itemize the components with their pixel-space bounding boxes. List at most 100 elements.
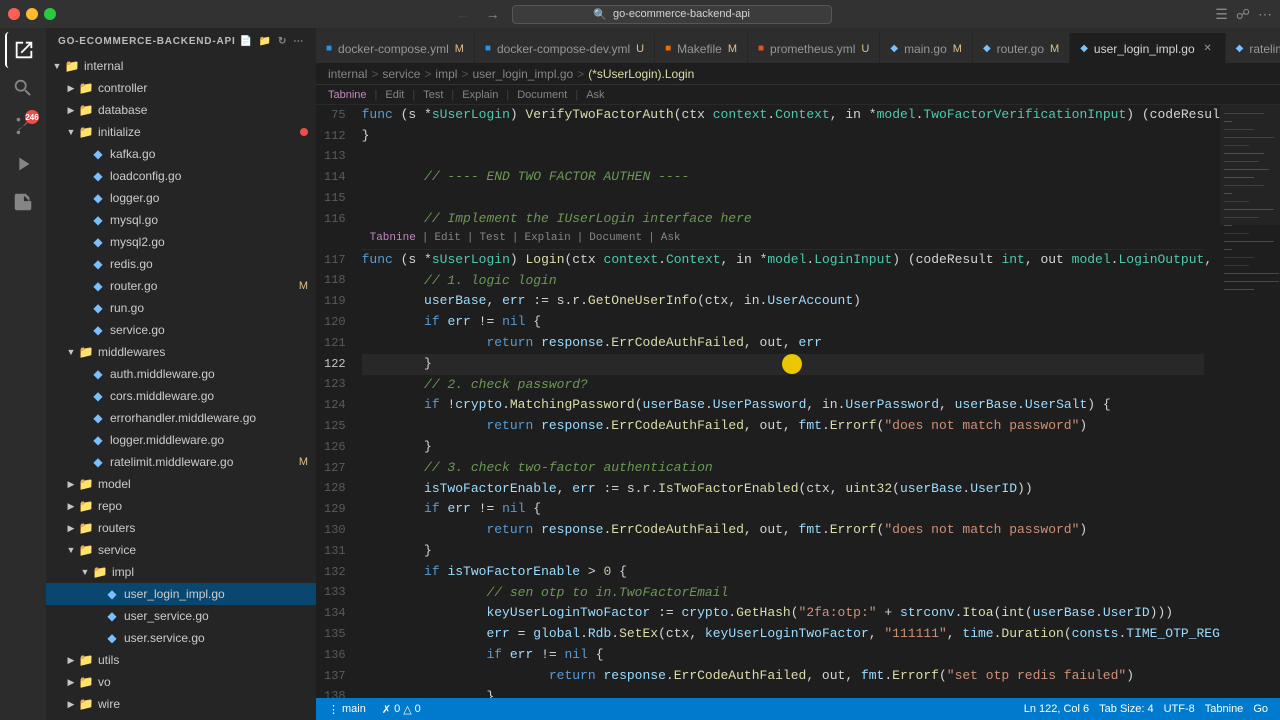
tree-folder-initialize[interactable]: ▼ 📁 initialize (46, 121, 316, 143)
breadcrumb-function[interactable]: (*sUserLogin).Login (588, 67, 694, 81)
tabnine-document-1[interactable]: Document (517, 89, 567, 101)
tree-folder-service[interactable]: ▼ 📁 service (46, 539, 316, 561)
tab-main-go[interactable]: ◆ main.go M (880, 33, 973, 63)
tree-folder-database[interactable]: ▶ 📁 database (46, 99, 316, 121)
status-language[interactable]: Tabnine (1201, 703, 1248, 715)
editor-area: ■ docker-compose.yml M ■ docker-compose-… (316, 28, 1280, 720)
ln-129: 129 (324, 499, 346, 520)
tree-folder-utils[interactable]: ▶ 📁 utils (46, 649, 316, 671)
breadcrumb-file[interactable]: user_login_impl.go (472, 67, 573, 81)
tab-icon-docker1: ■ (326, 43, 332, 54)
maximize-button[interactable] (44, 8, 56, 20)
status-tabsize-label: Tab Size: 4 (1099, 703, 1153, 715)
title-bar: ← → 🔍 go-ecommerce-backend-api ☰ ☍ ⋯ (0, 0, 1280, 28)
tree-file-redis[interactable]: ◆ redis.go (46, 253, 316, 275)
tabnine-inline-document[interactable]: Document (589, 230, 642, 248)
tab-makefile[interactable]: ■ Makefile M (655, 33, 748, 63)
tree-folder-routers[interactable]: ▶ 📁 routers (46, 517, 316, 539)
source-control-icon[interactable]: 246 (5, 108, 41, 144)
status-encoding[interactable]: UTF-8 (1160, 703, 1199, 715)
tree-file-user-login-impl[interactable]: ◆ user_login_impl.go (46, 583, 316, 605)
tree-file-cors-middleware[interactable]: ◆ cors.middleware.go (46, 385, 316, 407)
new-file-icon[interactable]: 📄 (239, 36, 252, 47)
tree-file-user-service2[interactable]: ◆ user.service.go (46, 627, 316, 649)
tree-label-internal: internal (84, 59, 123, 73)
code-line-128: isTwoFactorEnable, err := s.r.IsTwoFacto… (362, 479, 1204, 500)
breadcrumb-internal[interactable]: internal (328, 67, 367, 81)
tree-folder-model[interactable]: ▶ 📁 model (46, 473, 316, 495)
more-icon[interactable]: ⋯ (1258, 6, 1272, 23)
tabnine-explain-1[interactable]: Explain (462, 89, 498, 101)
tabnine-inline-test[interactable]: Test (479, 230, 505, 248)
tree-file-logger-middleware[interactable]: ◆ logger.middleware.go (46, 429, 316, 451)
tabnine-edit-1[interactable]: Edit (385, 89, 404, 101)
tree-file-logger[interactable]: ◆ logger.go (46, 187, 316, 209)
tree-folder-impl[interactable]: ▼ 📁 impl (46, 561, 316, 583)
status-go-label: Go (1253, 703, 1268, 715)
forward-button[interactable]: → (482, 4, 504, 24)
tabnine-ask-1[interactable]: Ask (586, 89, 604, 101)
sidebar: GO-ECOMMERCE-BACKEND-API 📄 📁 ↻ ⋯ ▼ 📁 int… (46, 28, 316, 720)
tabnine-inline-edit[interactable]: Edit (434, 230, 460, 248)
code-line-124: if !crypto.MatchingPassword(userBase.Use… (362, 395, 1204, 416)
tree-file-error-middleware[interactable]: ◆ errorhandler.middleware.go (46, 407, 316, 429)
tab-docker-compose-dev-yml[interactable]: ■ docker-compose-dev.yml U (475, 33, 655, 63)
tab-ratelimit[interactable]: ◆ ratelimit.m... (1226, 33, 1280, 63)
tree-file-loadconfig[interactable]: ◆ loadconfig.go (46, 165, 316, 187)
ln-127: 127 (324, 458, 346, 479)
status-tabsize[interactable]: Tab Size: 4 (1095, 703, 1157, 715)
breadcrumb-impl[interactable]: impl (435, 67, 457, 81)
split-icon[interactable]: ☍ (1236, 6, 1250, 23)
tree-file-run[interactable]: ◆ run.go (46, 297, 316, 319)
tree-label-mysql: mysql.go (110, 213, 158, 227)
tree-folder-kafka[interactable]: ▶ 📁 kafka (46, 715, 316, 720)
tree-folder-repo[interactable]: ▶ 📁 repo (46, 495, 316, 517)
status-branch[interactable]: ⋮ main (324, 698, 370, 720)
tree-label-user-service2: user.service.go (124, 631, 205, 645)
tree-folder-controller[interactable]: ▶ 📁 controller (46, 77, 316, 99)
minimize-button[interactable] (26, 8, 38, 20)
tree-folder-internal[interactable]: ▼ 📁 internal (46, 55, 316, 77)
collapse-icon[interactable]: ⋯ (293, 36, 304, 47)
refresh-icon[interactable]: ↻ (278, 36, 287, 47)
tree-file-kafka[interactable]: ◆ kafka.go (46, 143, 316, 165)
tree-file-mysql[interactable]: ◆ mysql.go (46, 209, 316, 231)
extensions-icon[interactable] (5, 184, 41, 220)
tab-prometheus-yml[interactable]: ■ prometheus.yml U (748, 33, 880, 63)
status-go[interactable]: Go (1249, 703, 1272, 715)
error-icon: ✗ (382, 703, 391, 716)
status-errors[interactable]: ✗ 0 △ 0 (378, 698, 425, 720)
go-icon-logger-mw: ◆ (90, 433, 106, 447)
tab-docker-compose-yml[interactable]: ■ docker-compose.yml M (316, 33, 475, 63)
tabnine-test-1[interactable]: Test (423, 89, 443, 101)
breadcrumb-service[interactable]: service (382, 67, 420, 81)
code-editor[interactable]: 75 112 113 114 115 116 117 118 119 120 1… (316, 105, 1280, 698)
back-button[interactable]: ← (452, 4, 474, 24)
tab-user-login-impl[interactable]: ◆ user_login_impl.go ✕ (1070, 33, 1225, 63)
tree-arrow-controller: ▶ (64, 83, 78, 94)
explorer-icon[interactable] (5, 32, 41, 68)
search-icon[interactable] (5, 70, 41, 106)
tree-label-model: model (98, 477, 131, 491)
close-button[interactable] (8, 8, 20, 20)
tree-file-ratelimit-middleware[interactable]: ◆ ratelimit.middleware.go M (46, 451, 316, 473)
run-icon[interactable] (5, 146, 41, 182)
tabnine-inline-explain[interactable]: Explain (524, 230, 570, 248)
tree-file-mysql2[interactable]: ◆ mysql2.go (46, 231, 316, 253)
tree-folder-wire[interactable]: ▶ 📁 wire (46, 693, 316, 715)
tree-folder-middlewares[interactable]: ▼ 📁 middlewares (46, 341, 316, 363)
tree-file-router[interactable]: ◆ router.go M (46, 275, 316, 297)
new-folder-icon[interactable]: 📁 (259, 36, 272, 47)
tab-close-user-login[interactable]: ✕ (1201, 43, 1215, 54)
code-line-129: if err != nil { (362, 499, 1204, 520)
tree-folder-vo[interactable]: ▶ 📁 vo (46, 671, 316, 693)
tab-icon-docker2: ■ (485, 43, 491, 54)
ln-138: 138 (324, 687, 346, 698)
tree-file-service[interactable]: ◆ service.go (46, 319, 316, 341)
tab-router-go[interactable]: ◆ router.go M (973, 33, 1070, 63)
tree-file-auth-middleware[interactable]: ◆ auth.middleware.go (46, 363, 316, 385)
status-position[interactable]: Ln 122, Col 6 (1020, 703, 1093, 715)
layout-icon[interactable]: ☰ (1215, 6, 1228, 23)
tabnine-inline-ask[interactable]: Ask (661, 230, 681, 248)
tree-file-user-service[interactable]: ◆ user_service.go (46, 605, 316, 627)
